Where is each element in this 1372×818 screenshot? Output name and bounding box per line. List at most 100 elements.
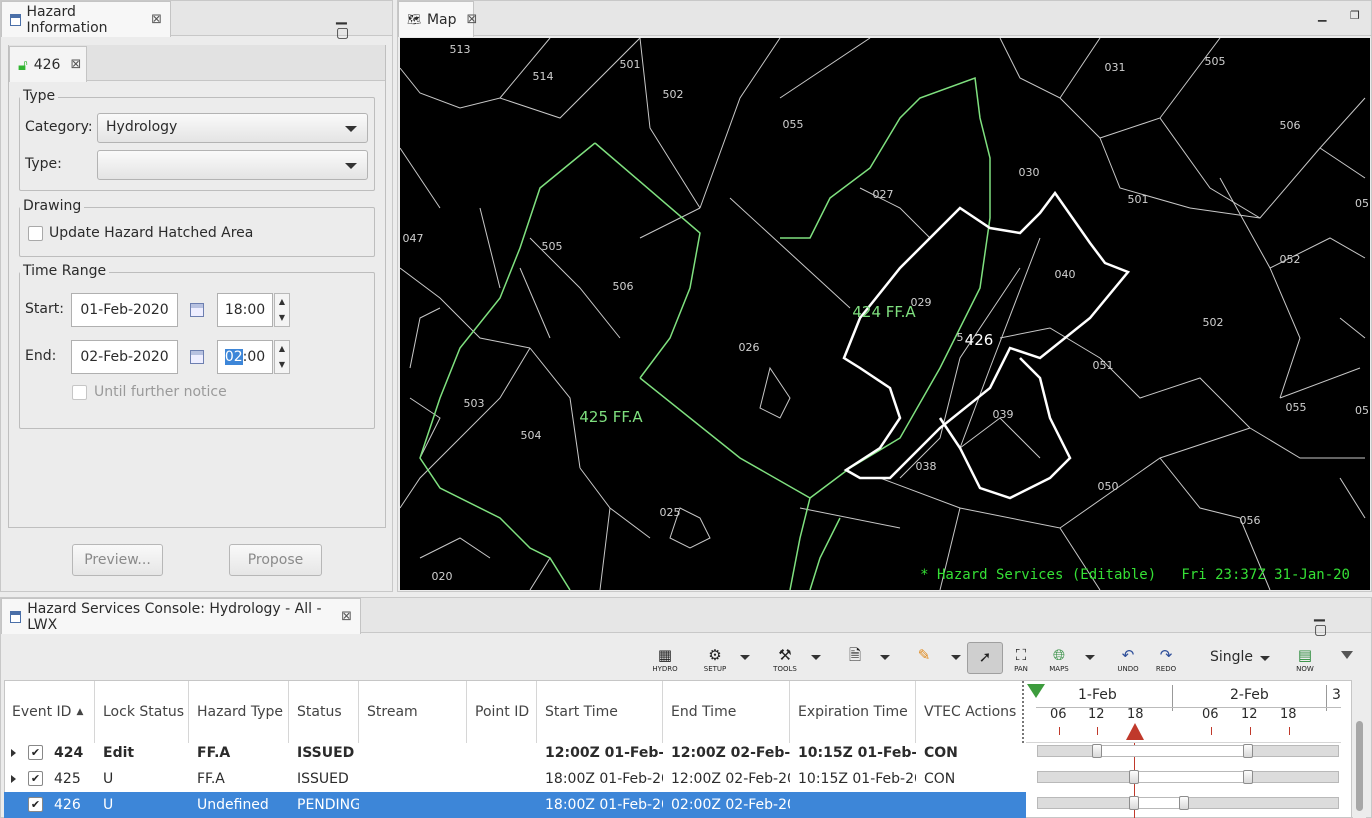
- county-label: 026: [739, 341, 760, 354]
- selection-mode-dropdown[interactable]: Single: [1203, 648, 1275, 668]
- column-expiration-time[interactable]: Expiration Time: [790, 681, 916, 743]
- column-end-time[interactable]: End Time: [663, 681, 790, 743]
- arrow-down-icon[interactable]: ▼: [275, 357, 289, 373]
- row-checkbox[interactable]: ✔: [28, 745, 43, 760]
- propose-button[interactable]: Propose: [229, 544, 322, 576]
- scrollbar-thumb[interactable]: [1356, 721, 1363, 811]
- redo-button[interactable]: ↷ REDO: [1154, 645, 1178, 675]
- preview-label: Preview...: [84, 552, 151, 568]
- draw-button[interactable]: ✎: [912, 645, 936, 675]
- column-start-time[interactable]: Start Time: [537, 681, 663, 743]
- table-row[interactable]: ✔ 425 U FF.A ISSUED 18:00Z 01-Feb-20 12:…: [4, 766, 1026, 792]
- until-further-checkbox[interactable]: [72, 385, 87, 400]
- chevron-down-icon[interactable]: [811, 655, 821, 660]
- chevron-down-icon[interactable]: [740, 655, 750, 660]
- document-button[interactable]: 🗎: [843, 645, 867, 675]
- maps-button[interactable]: 🌐︎ MAPS: [1045, 645, 1073, 675]
- tab-console[interactable]: Hazard Services Console: Hydrology - All…: [1, 598, 361, 634]
- start-time-field[interactable]: 18:00: [217, 293, 273, 327]
- end-time-thumb[interactable]: [1243, 744, 1253, 758]
- window-controls[interactable]: ▁ ▢: [336, 9, 392, 41]
- tab-event-426[interactable]: 🔓︎ 426 ⊠: [9, 46, 87, 82]
- county-label: 501: [620, 58, 641, 71]
- expand-row-icon[interactable]: [11, 775, 16, 783]
- column-point-id[interactable]: Point ID: [467, 681, 537, 743]
- hazard-426-label[interactable]: 426: [965, 331, 994, 349]
- map-canvas[interactable]: 513 514 501 502 055 031 505 506 027 030 …: [400, 38, 1370, 590]
- start-time-thumb[interactable]: [1092, 744, 1102, 758]
- county-label: 031: [1105, 61, 1126, 74]
- tools-button[interactable]: ⚒ TOOLS: [771, 645, 799, 675]
- close-icon[interactable]: ⊠: [467, 12, 478, 27]
- start-time-spinner[interactable]: ▲ ▼: [274, 293, 290, 327]
- undo-button[interactable]: ↶ UNDO: [1116, 645, 1140, 675]
- column-header-label: Event ID: [12, 704, 72, 720]
- arrow-up-icon[interactable]: ▲: [275, 341, 289, 357]
- hazard-425-label[interactable]: 425 FF.A: [579, 408, 643, 426]
- arrow-up-icon[interactable]: ▲: [275, 294, 289, 310]
- end-date-field[interactable]: 02-Feb-2020: [71, 340, 178, 374]
- timeline-tick: [1289, 727, 1290, 735]
- chevron-down-icon: [345, 163, 357, 169]
- end-time-field[interactable]: 02:00: [217, 340, 273, 374]
- expand-row-icon[interactable]: [11, 749, 16, 757]
- end-time-thumb[interactable]: [1243, 770, 1253, 784]
- column-stream[interactable]: Stream: [359, 681, 467, 743]
- column-vtec-actions[interactable]: VTEC Actions: [916, 681, 1024, 743]
- column-header-label: Status: [297, 704, 342, 720]
- tab-hazard-information[interactable]: Hazard Information ⊠: [1, 1, 171, 37]
- timeline-bar-425: [1134, 771, 1247, 783]
- view-menu-icon[interactable]: [1341, 651, 1353, 659]
- window-controls[interactable]: ▁ ❐: [1318, 9, 1370, 22]
- map-tabbar: [398, 1, 1371, 36]
- close-icon[interactable]: ⊠: [70, 57, 81, 72]
- now-button[interactable]: ▤ NOW: [1292, 645, 1318, 675]
- current-time-marker-icon[interactable]: [1126, 723, 1144, 740]
- end-time-thumb[interactable]: [1179, 796, 1189, 810]
- preview-button[interactable]: Preview...: [72, 544, 163, 576]
- pan-button[interactable]: ⛶ PAN: [1010, 645, 1032, 675]
- map-status-line: * Hazard Services (Editable) Fri 23:37Z …: [920, 567, 1350, 583]
- column-lock-status[interactable]: Lock Status: [95, 681, 189, 743]
- end-time-spinner[interactable]: ▲ ▼: [274, 340, 290, 374]
- calendar-icon[interactable]: [190, 303, 204, 317]
- hazard-425-ffa-outline: [419, 142, 811, 590]
- chevron-down-icon[interactable]: [880, 655, 890, 660]
- hydro-button[interactable]: ▦ HYDRO: [651, 645, 679, 675]
- cell-lock-status: Edit: [103, 745, 135, 761]
- map-icon: 🗺︎: [407, 13, 421, 26]
- document-icon: 🗎: [848, 646, 862, 664]
- hazard-424-label[interactable]: 424 FF.A: [852, 303, 916, 321]
- vertical-scrollbar[interactable]: [1353, 681, 1366, 818]
- start-time-thumb[interactable]: [1129, 796, 1139, 810]
- close-icon[interactable]: ⊠: [341, 609, 352, 624]
- timeline-header: 1-Feb 2-Feb 3 06 12 18 06 12 18: [1026, 681, 1341, 743]
- arrow-down-icon[interactable]: ▼: [275, 310, 289, 326]
- select-button[interactable]: ➚: [967, 642, 1003, 674]
- column-event-id[interactable]: Event ID ▲: [4, 681, 95, 743]
- close-icon[interactable]: ⊠: [151, 12, 162, 27]
- setup-button[interactable]: ⚙ SETUP: [701, 645, 729, 675]
- cell-start-time: 12:00Z 01-Feb-20: [545, 745, 663, 761]
- row-checkbox[interactable]: ✔: [28, 771, 43, 786]
- timeline-tick-label: 12: [1088, 707, 1105, 722]
- start-time-thumb[interactable]: [1129, 770, 1139, 784]
- category-dropdown[interactable]: Hydrology: [97, 113, 368, 143]
- update-hatched-checkbox[interactable]: [28, 226, 43, 241]
- column-status[interactable]: Status: [289, 681, 359, 743]
- tab-map[interactable]: 🗺︎ Map ⊠: [398, 1, 477, 37]
- chevron-down-icon[interactable]: [951, 655, 961, 660]
- drawing-group-label: Drawing: [20, 198, 85, 214]
- window-controls[interactable]: ▁ ▢: [1314, 606, 1371, 638]
- now-marker-top-icon[interactable]: [1027, 684, 1045, 698]
- map-svg[interactable]: 513 514 501 502 055 031 505 506 027 030 …: [400, 38, 1370, 590]
- chevron-down-icon[interactable]: [1085, 655, 1095, 660]
- table-row[interactable]: ✔ 424 Edit FF.A ISSUED 12:00Z 01-Feb-20 …: [4, 740, 1026, 766]
- type-dropdown[interactable]: [97, 150, 368, 180]
- table-row-selected[interactable]: ✔ 426 U Undefined PENDING 18:00Z 01-Feb-…: [4, 792, 1026, 818]
- start-date-field[interactable]: 01-Feb-2020: [71, 293, 178, 327]
- row-checkbox[interactable]: ✔: [28, 797, 43, 812]
- column-hazard-type[interactable]: Hazard Type: [189, 681, 289, 743]
- end-time-rest: :00: [242, 349, 266, 365]
- calendar-icon[interactable]: [190, 350, 204, 364]
